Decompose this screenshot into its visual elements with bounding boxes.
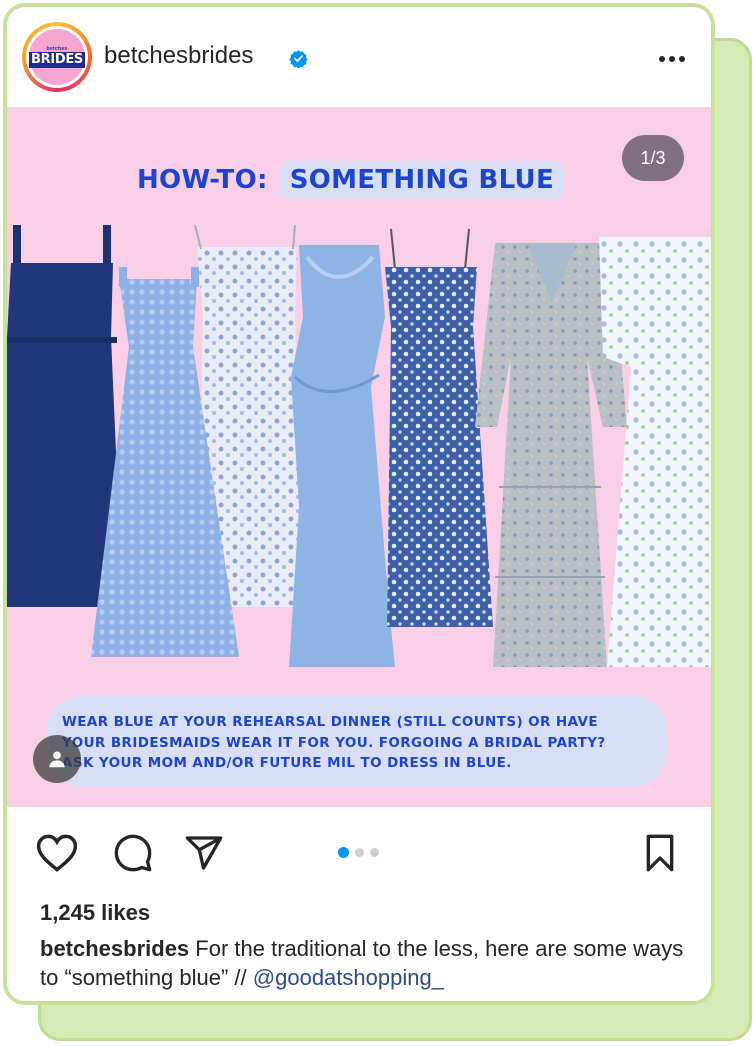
page-counter: 1/3 — [622, 135, 684, 181]
image-caption-line-1: WEAR BLUE AT YOUR REHEARSAL DINNER (STIL… — [62, 714, 599, 730]
caption-username[interactable]: betchesbrides — [40, 936, 189, 961]
like-button[interactable] — [35, 831, 79, 875]
image-caption-line-2: YOUR BRIDESMAIDS WEAR IT FOR YOU. FORGOI… — [62, 734, 606, 751]
image-title: HOW-TO: SOMETHING BLUE — [137, 158, 565, 202]
carousel-dot-2[interactable] — [355, 848, 364, 857]
title-highlight: SOMETHING BLUE — [279, 161, 565, 199]
bookmark-icon — [646, 834, 674, 872]
carousel-dot-1[interactable] — [338, 847, 349, 858]
likes-count[interactable]: 1,245 likes — [40, 900, 150, 926]
more-icon[interactable] — [652, 47, 692, 71]
share-button[interactable] — [182, 831, 226, 875]
carousel-indicator — [338, 847, 379, 858]
title-prefix: HOW-TO: — [137, 165, 268, 195]
dresses-illustration — [7, 224, 711, 667]
username[interactable]: betchesbrides — [104, 42, 253, 70]
post-header: betches BRIDES betchesbrides — [7, 7, 711, 107]
post-caption: betchesbrides For the traditional to the… — [40, 934, 690, 992]
post-image[interactable]: HOW-TO: SOMETHING BLUE 1/3 WEAR BLUE AT … — [7, 107, 711, 807]
image-caption-bubble: WEAR BLUE AT YOUR REHEARSAL DINNER (STIL… — [47, 695, 667, 787]
logo-text: BRIDES — [29, 52, 85, 68]
instagram-post-card: betches BRIDES betchesbrides HOW-TO: SOM… — [3, 3, 715, 1005]
carousel-dot-3[interactable] — [370, 848, 379, 857]
avatar-inner: betches BRIDES — [26, 26, 88, 88]
verified-badge-icon — [289, 50, 308, 68]
dress-pale-floral — [599, 237, 711, 667]
avatar[interactable]: betches BRIDES — [22, 22, 92, 92]
dress-blue-floral — [385, 228, 493, 627]
send-icon — [185, 836, 223, 870]
dress-satin — [289, 245, 395, 667]
dress-navy — [7, 225, 121, 607]
comment-icon — [114, 834, 152, 872]
user-tag-icon — [49, 751, 65, 768]
brand-logo: betches BRIDES — [29, 29, 85, 85]
heart-icon — [36, 834, 78, 872]
caption-mention-link[interactable]: @goodatshopping_ — [253, 965, 444, 990]
save-button[interactable] — [638, 831, 682, 875]
user-tag-button[interactable] — [33, 735, 81, 783]
image-caption-line-3: ASK YOUR MOM AND/OR FUTURE MIL TO DRESS … — [62, 755, 512, 771]
comment-button[interactable] — [111, 831, 155, 875]
action-bar — [7, 807, 711, 897]
